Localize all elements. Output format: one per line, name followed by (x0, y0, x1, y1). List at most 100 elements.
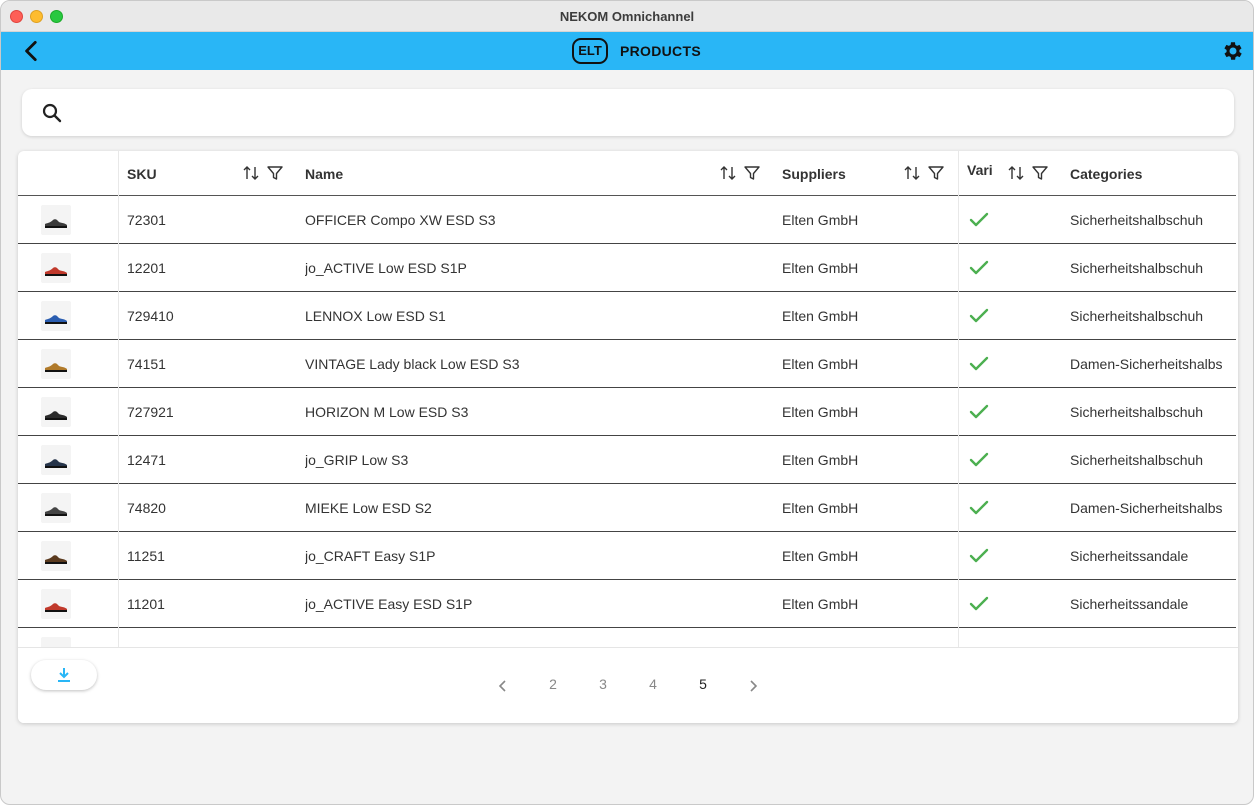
category-cell: Sicherheitshalbschuh (1070, 404, 1204, 420)
product-thumbnail (41, 253, 71, 283)
sku-cell: 12201 (127, 260, 166, 276)
supplier-cell: Elten GmbH (782, 260, 859, 276)
app-window: NEKOM Omnichannel ELT PRODUCTS SKU Name (0, 0, 1254, 805)
table-row[interactable]: 12471 jo_GRIP Low S3 Elten GmbH Sicherheits… (18, 436, 1236, 484)
sku-cell: 74820 (127, 500, 166, 516)
table-row[interactable]: 11201 jo_ACTIVE Easy ESD S1P Elten GmbH Sic… (18, 580, 1236, 628)
column-header-sku[interactable]: SKU (127, 166, 157, 182)
product-thumbnail (41, 541, 71, 571)
sku-cell: 11251 (127, 548, 165, 564)
product-name-cell: jo_ACTIVE Easy ESD S1P (305, 596, 473, 612)
search-icon (42, 103, 62, 123)
sku-header-actions (242, 164, 284, 182)
column-header-suppliers[interactable]: Suppliers (782, 166, 846, 182)
sku-cell: 727921 (127, 404, 174, 420)
product-name-cell: OFFICER Compo XW ESD S3 (305, 212, 496, 228)
page-button-3[interactable]: 3 (591, 676, 615, 692)
product-thumbnail (41, 637, 71, 647)
supplier-cell: Elten GmbH (782, 308, 859, 324)
page-title: PRODUCTS (620, 43, 701, 59)
table-row[interactable]: 74820 MIEKE Low ESD S2 Elten GmbH Damen-Sic… (18, 484, 1236, 532)
app-bar: ELT PRODUCTS (1, 32, 1253, 70)
table-body-scroll[interactable]: SKU Name Suppliers Vari Categories 72301… (18, 151, 1238, 647)
category-cell: Damen-Sicherheitshalbs (1070, 500, 1223, 516)
download-icon (58, 668, 70, 682)
category-cell: Damen-Sicherheitshalbs (1070, 356, 1223, 372)
page-button-2[interactable]: 2 (541, 676, 565, 692)
product-name-cell: jo_ACTIVE Low ESD S1P (305, 260, 467, 276)
product-name-cell: HORIZON M Low ESD S3 (305, 404, 469, 420)
column-divider (958, 151, 959, 647)
category-cell: Sicherheitshalbschuh (1070, 308, 1204, 324)
table-footer: 2 3 4 5 (18, 647, 1238, 723)
check-icon (969, 308, 989, 323)
filter-icon[interactable] (927, 164, 945, 182)
page-button-4[interactable]: 4 (641, 676, 665, 692)
download-button[interactable] (31, 660, 97, 690)
category-cell: Sicherheitshalbschuh (1070, 260, 1204, 276)
column-header-name[interactable]: Name (305, 166, 343, 182)
filter-icon[interactable] (266, 164, 284, 182)
product-name-cell: MIEKE Low ESD S2 (305, 500, 432, 516)
title-bar: NEKOM Omnichannel (1, 1, 1253, 32)
window-title: NEKOM Omnichannel (559, 9, 695, 24)
product-thumbnail (41, 301, 71, 331)
chevron-left-icon[interactable] (496, 678, 510, 694)
sort-icon[interactable] (1007, 164, 1025, 182)
product-thumbnail (41, 493, 71, 523)
sku-cell: 74151 (127, 356, 166, 372)
supplier-cell: Elten GmbH (782, 212, 859, 228)
category-cell: Sicherheitssandale (1070, 596, 1189, 612)
check-icon (969, 356, 989, 371)
supplier-cell: Elten GmbH (782, 596, 859, 612)
category-cell: Sicherheitshalbschuh (1070, 452, 1204, 468)
supplier-cell: Elten GmbH (782, 404, 859, 420)
app-logo: ELT (572, 38, 608, 64)
table-row[interactable]: 1117TW4972-W Rugged Flex Loose Fit Midwe… (18, 628, 1236, 647)
sort-icon[interactable] (719, 164, 737, 182)
product-name-cell: jo_CRAFT Easy S1P (305, 548, 436, 564)
sku-cell: 72301 (127, 212, 166, 228)
search-bar (22, 89, 1234, 136)
chevron-right-icon[interactable] (746, 678, 760, 694)
check-icon (969, 548, 989, 563)
column-header-variants[interactable]: Vari (967, 162, 997, 178)
check-icon (969, 212, 989, 227)
product-name-cell: LENNOX Low ESD S1 (305, 308, 446, 324)
gear-icon[interactable] (1221, 39, 1245, 63)
column-header-categories[interactable]: Categories (1070, 166, 1142, 182)
product-thumbnail (41, 205, 71, 235)
table-row[interactable]: 729410 LENNOX Low ESD S1 Elten GmbH Sicherh… (18, 292, 1236, 340)
product-thumbnail (41, 397, 71, 427)
check-icon (969, 404, 989, 419)
supplier-cell: Elten GmbH (782, 356, 859, 372)
product-thumbnail (41, 349, 71, 379)
suppliers-header-actions (903, 164, 945, 182)
product-name-cell: VINTAGE Lady black Low ESD S3 (305, 356, 520, 372)
category-cell: Sicherheitssandale (1070, 548, 1189, 564)
product-name-cell: jo_GRIP Low S3 (305, 452, 409, 468)
column-divider (118, 151, 119, 647)
sku-cell: 11201 (127, 596, 165, 612)
search-input[interactable] (82, 97, 1212, 127)
check-icon (969, 596, 989, 611)
filter-icon[interactable] (1031, 164, 1049, 182)
back-arrow-icon[interactable] (19, 38, 45, 64)
product-thumbnail (41, 589, 71, 619)
sort-icon[interactable] (242, 164, 260, 182)
table-row[interactable]: 727921 HORIZON M Low ESD S3 Elten GmbH Sich… (18, 388, 1236, 436)
table-row[interactable]: 12201 jo_ACTIVE Low ESD S1P Elten GmbH Sich… (18, 244, 1236, 292)
table-header: SKU Name Suppliers Vari Categories (18, 151, 1236, 196)
supplier-cell: Elten GmbH (782, 452, 859, 468)
sort-icon[interactable] (903, 164, 921, 182)
name-header-actions (719, 164, 761, 182)
check-icon (969, 452, 989, 467)
table-row[interactable]: 72301 OFFICER Compo XW ESD S3 Elten GmbH Si… (18, 196, 1236, 244)
check-icon (969, 260, 989, 275)
page-button-5-current[interactable]: 5 (691, 676, 715, 692)
table-row[interactable]: 11251 jo_CRAFT Easy S1P Elten GmbH Sicherhe… (18, 532, 1236, 580)
supplier-cell: Elten GmbH (782, 548, 859, 564)
table-row[interactable]: 74151 VINTAGE Lady black Low ESD S3 Elten … (18, 340, 1236, 388)
product-thumbnail (41, 445, 71, 475)
filter-icon[interactable] (743, 164, 761, 182)
